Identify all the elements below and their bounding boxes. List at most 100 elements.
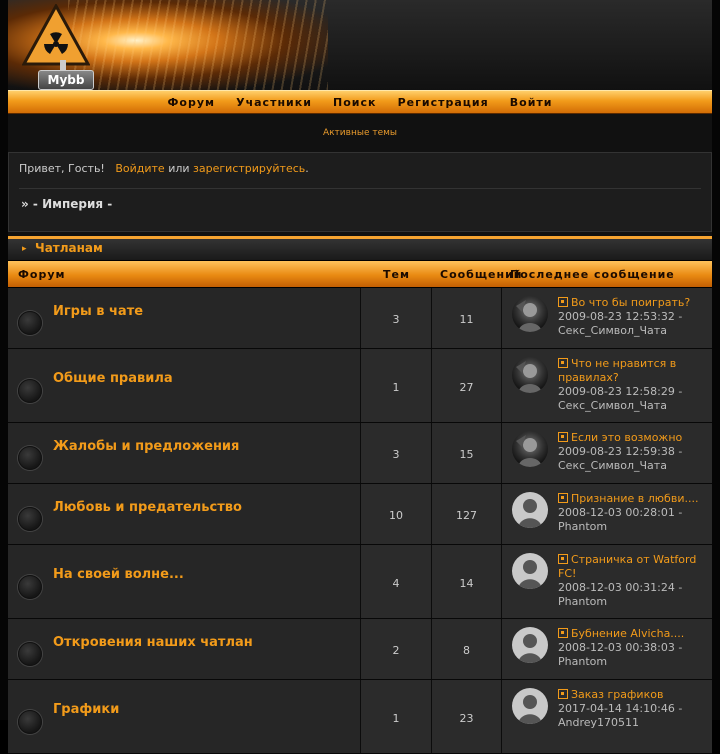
user-avatar[interactable] xyxy=(512,627,548,663)
last-post-date: 2009-08-23 12:59:38 - xyxy=(558,445,683,458)
forum-title-link[interactable]: Жалобы и предложения xyxy=(53,439,239,454)
right-border xyxy=(712,0,720,720)
last-post-title[interactable]: Бубнение Alvicha.... xyxy=(571,627,684,640)
posts-cell: 8 xyxy=(432,619,502,679)
breadcrumb[interactable]: » - Империя - xyxy=(21,197,112,211)
banner-light-streaks xyxy=(68,0,328,90)
topics-cell: 4 xyxy=(361,545,432,618)
user-avatar[interactable] xyxy=(512,431,548,467)
goto-post-icon[interactable] xyxy=(558,628,568,638)
forum-banner: Mybb xyxy=(8,0,712,90)
last-post-author[interactable]: Секс_Символ_Чата xyxy=(558,399,667,412)
posts-count: 15 xyxy=(459,448,474,461)
user-avatar[interactable] xyxy=(512,357,548,393)
last-post-title[interactable]: Признание в любви.... xyxy=(571,492,698,505)
last-post-date: 2008-12-03 00:28:01 - xyxy=(558,506,683,519)
last-post-link[interactable]: Если это возможно xyxy=(558,431,682,444)
forum-title-link[interactable]: Откровения наших чатлан xyxy=(53,635,253,650)
last-post-date: 2009-08-23 12:58:29 - xyxy=(558,385,683,398)
nav-members[interactable]: Участники xyxy=(236,92,312,114)
last-post-title[interactable]: Заказ графиков xyxy=(571,688,663,701)
forum-status-icon xyxy=(18,709,42,734)
goto-post-icon[interactable] xyxy=(558,432,568,442)
posts-cell: 127 xyxy=(432,484,502,544)
nav-register[interactable]: Регистрация xyxy=(398,92,489,114)
last-post-title[interactable]: Что не нравится в правилах? xyxy=(558,357,676,384)
active-topics-link[interactable]: Активные темы xyxy=(0,128,720,138)
topics-cell: 1 xyxy=(361,680,432,753)
goto-post-icon[interactable] xyxy=(558,689,568,699)
last-post-author[interactable]: Секс_Символ_Чата xyxy=(558,459,667,472)
topics-count: 3 xyxy=(392,448,400,461)
last-post-title[interactable]: Во что бы поиграть? xyxy=(571,296,690,309)
category-arrow-icon[interactable]: ▸ xyxy=(22,244,27,254)
category-title[interactable]: Чатланам xyxy=(35,241,103,255)
last-post-author[interactable]: Phantom xyxy=(558,655,607,668)
forum-title-link[interactable]: Графики xyxy=(53,702,119,717)
goto-post-icon[interactable] xyxy=(558,554,568,564)
last-post-title[interactable]: Если это возможно xyxy=(571,431,682,444)
forum-row: Жалобы и предложения 3 15 Если это возможно… xyxy=(8,423,712,484)
forum-title-link[interactable]: На своей волне... xyxy=(53,567,184,582)
user-avatar[interactable] xyxy=(512,688,548,724)
user-avatar[interactable] xyxy=(512,296,548,332)
last-post-link[interactable]: Бубнение Alvicha.... xyxy=(558,627,684,640)
posts-cell: 14 xyxy=(432,545,502,618)
forum-title-link[interactable]: Любовь и предательство xyxy=(53,500,242,515)
user-avatar[interactable] xyxy=(512,492,548,528)
forum-title-link[interactable]: Игры в чате xyxy=(53,304,143,319)
logo-label: Mybb xyxy=(38,70,94,90)
forum-row: Общие правила 1 27 Что не нравится в правил… xyxy=(8,349,712,423)
last-post-author[interactable]: Phantom xyxy=(558,520,607,533)
nav-search[interactable]: Поиск xyxy=(333,92,376,114)
last-post-link[interactable]: Заказ графиков xyxy=(558,688,663,701)
register-link[interactable]: зарегистрируйтесь xyxy=(193,162,305,175)
last-post-author[interactable]: Секс_Символ_Чата xyxy=(558,324,667,337)
greeting-line: Привет, Гость! Войдите или зарегистрируй… xyxy=(19,162,309,175)
user-avatar[interactable] xyxy=(512,553,548,589)
last-post-info: Если это возможно 2009-08-23 12:59:38 - Се… xyxy=(558,431,708,473)
last-post-link[interactable]: Страничка от Watford FC! xyxy=(558,553,696,580)
nav-forum[interactable]: Форум xyxy=(167,92,215,114)
goto-post-icon[interactable] xyxy=(558,297,568,307)
forum-status-icon xyxy=(18,311,42,335)
login-link[interactable]: Войдите xyxy=(115,162,164,175)
last-post-info: Что не нравится в правилах? 2009-08-23 12… xyxy=(558,357,708,413)
divider xyxy=(19,188,701,189)
forum-status-icon xyxy=(18,574,42,599)
last-post-info: Страничка от Watford FC! 2008-12-03 00:31… xyxy=(558,553,708,609)
last-post-link[interactable]: Во что бы поиграть? xyxy=(558,296,690,309)
forum-title-link[interactable]: Общие правила xyxy=(53,371,173,386)
left-border xyxy=(0,0,8,720)
forum-row: На своей волне... 4 14 Страничка от Watford… xyxy=(8,545,712,619)
last-post-link[interactable]: Что не нравится в правилах? xyxy=(558,357,676,384)
posts-cell: 11 xyxy=(432,288,502,348)
category-header[interactable]: ▸ Чатланам xyxy=(8,236,712,261)
topics-count: 4 xyxy=(392,576,400,590)
topics-cell: 3 xyxy=(361,423,432,483)
topics-count: 2 xyxy=(392,644,400,657)
last-post-author[interactable]: Andrey170511 xyxy=(558,716,639,729)
forum-cell: На своей волне... xyxy=(8,545,361,618)
last-post-title[interactable]: Страничка от Watford FC! xyxy=(558,553,696,580)
forum-cell: Графики xyxy=(8,680,361,753)
goto-post-icon[interactable] xyxy=(558,493,568,503)
last-post-author[interactable]: Phantom xyxy=(558,595,607,608)
forum-logo[interactable]: Mybb xyxy=(21,2,94,90)
forum-row: Откровения наших чатлан 2 8 Бубнение Alvich… xyxy=(8,619,712,680)
nav-login[interactable]: Войти xyxy=(510,92,553,114)
last-post-link[interactable]: Признание в любви.... xyxy=(558,492,698,505)
default-avatar-icon xyxy=(518,634,542,663)
forum-status-icon xyxy=(18,642,42,666)
last-post-cell: Заказ графиков 2017-04-14 14:10:46 - Andre… xyxy=(502,680,712,753)
topics-count: 10 xyxy=(389,509,403,522)
topics-count: 3 xyxy=(392,313,400,326)
main-navigation: Форум Участники Поиск Регистрация Войти xyxy=(8,90,712,114)
last-post-info: Во что бы поиграть? 2009-08-23 12:53:32 -… xyxy=(558,296,708,338)
forum-cell: Жалобы и предложения xyxy=(8,423,361,483)
last-post-info: Заказ графиков 2017-04-14 14:10:46 - Andre… xyxy=(558,688,708,730)
topics-cell: 1 xyxy=(361,349,432,422)
goto-post-icon[interactable] xyxy=(558,358,568,368)
greeting-text: Привет, Гость! xyxy=(19,162,105,175)
forum-status-icon xyxy=(18,378,42,403)
